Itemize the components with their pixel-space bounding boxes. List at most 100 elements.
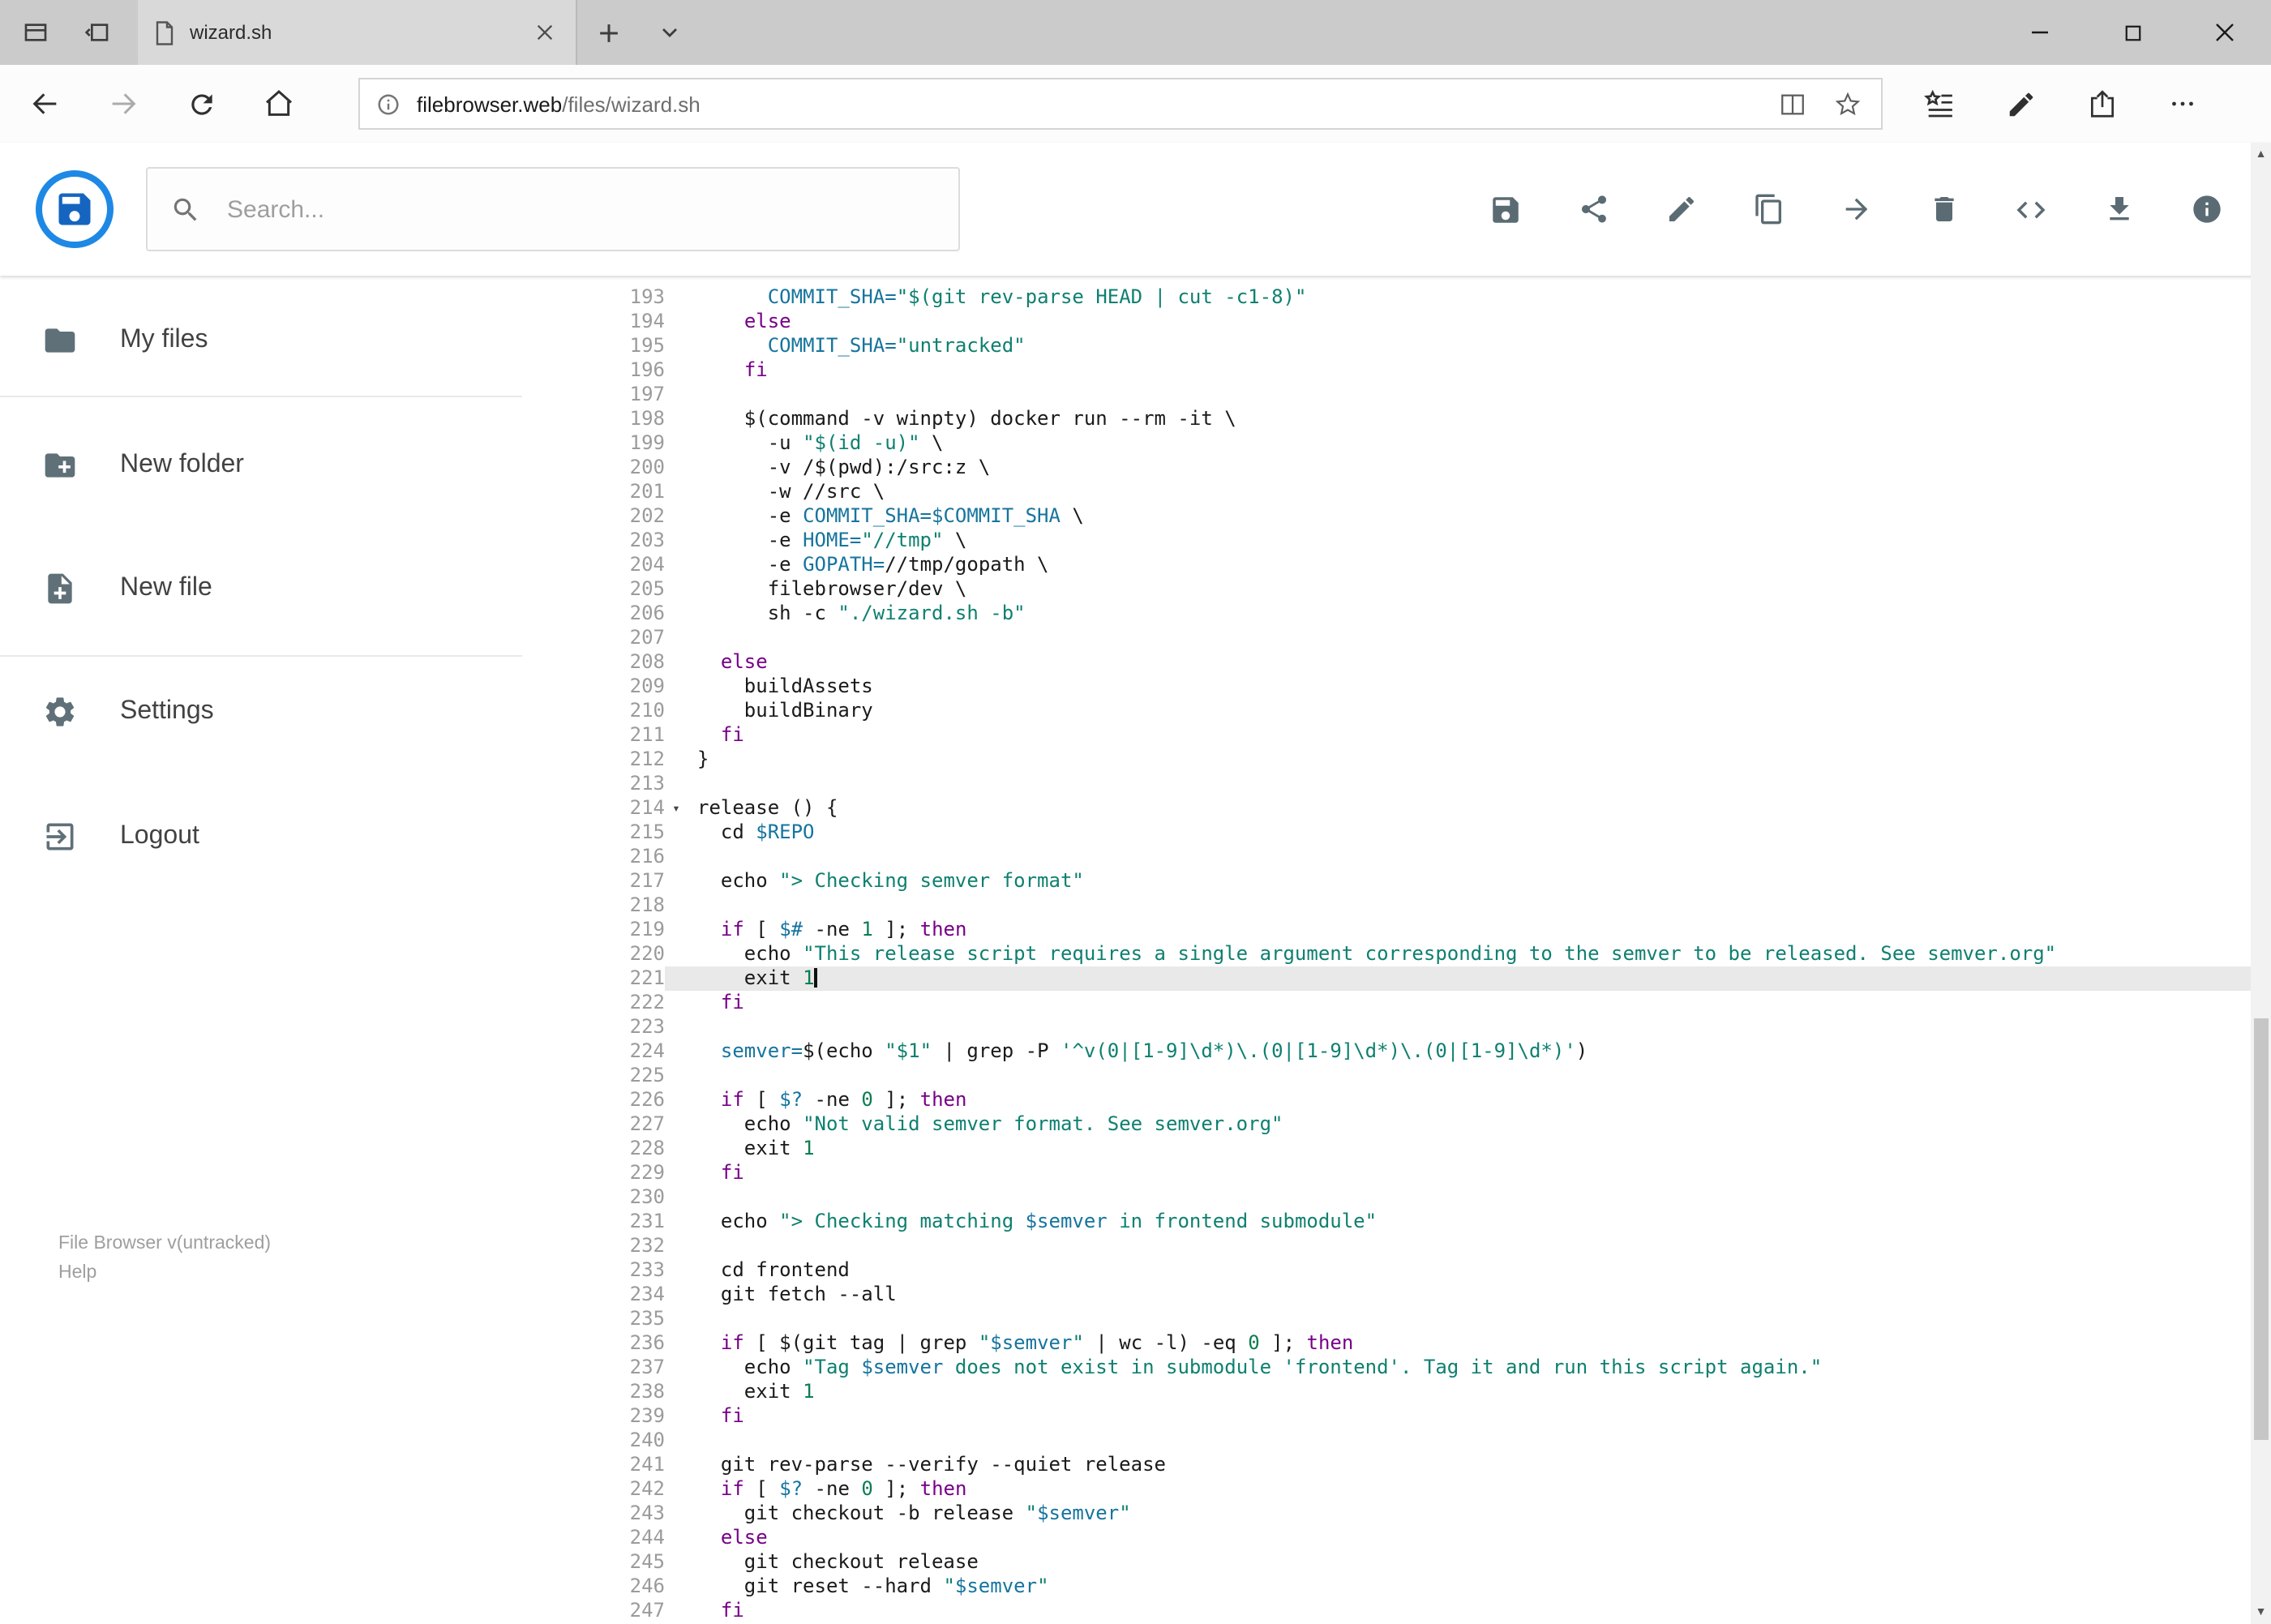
code-line[interactable]: 245 git checkout release: [522, 1550, 2251, 1575]
browser-tab[interactable]: wizard.sh: [138, 0, 577, 65]
code-line[interactable]: 233 cd frontend: [522, 1258, 2251, 1283]
tab-preview-button[interactable]: [5, 0, 66, 65]
info-button[interactable]: [2174, 177, 2239, 242]
code-line[interactable]: 232: [522, 1234, 2251, 1258]
sidebar-item-my-files[interactable]: My files: [0, 289, 522, 392]
tab-actions-button[interactable]: [639, 0, 701, 65]
app-logo[interactable]: [36, 170, 114, 248]
new-tab-button[interactable]: [577, 0, 639, 65]
page-scrollbar[interactable]: ▲ ▼: [2251, 143, 2271, 1624]
copy-button[interactable]: [1736, 177, 1801, 242]
code-line[interactable]: 222 fi: [522, 991, 2251, 1015]
code-line[interactable]: 210 buildBinary: [522, 699, 2251, 723]
code-line[interactable]: 224 semver=$(echo "$1" | grep -P '^v(0|[…: [522, 1039, 2251, 1064]
home-button[interactable]: [240, 65, 318, 143]
code-line[interactable]: 242 if [ $? -ne 0 ]; then: [522, 1477, 2251, 1502]
code-line[interactable]: 218: [522, 893, 2251, 918]
code-line[interactable]: 207: [522, 626, 2251, 650]
code-line[interactable]: 227 echo "Not valid semver format. See s…: [522, 1112, 2251, 1137]
save-button[interactable]: [1473, 177, 1538, 242]
code-line[interactable]: 225: [522, 1064, 2251, 1088]
code-line[interactable]: 239 fi: [522, 1404, 2251, 1429]
code-line[interactable]: 201 -w //src \: [522, 480, 2251, 504]
code-line[interactable]: 206 sh -c "./wizard.sh -b": [522, 602, 2251, 626]
rename-button[interactable]: [1648, 177, 1713, 242]
code-line[interactable]: 214 ▾ release () {: [522, 796, 2251, 821]
back-button[interactable]: [6, 65, 84, 143]
code-line[interactable]: 212}: [522, 748, 2251, 772]
site-info-icon[interactable]: [376, 92, 401, 116]
code-line[interactable]: 198 $(command -v winpty) docker run --rm…: [522, 407, 2251, 431]
scrollbar-thumb[interactable]: [2254, 1018, 2268, 1440]
code-line[interactable]: 219 if [ $# -ne 1 ]; then: [522, 918, 2251, 942]
fold-marker-icon[interactable]: ▾: [665, 796, 688, 821]
code-line[interactable]: 228 exit 1: [522, 1137, 2251, 1161]
sidebar-item-new-file[interactable]: New file: [0, 537, 522, 641]
minimize-button[interactable]: [1994, 0, 2086, 65]
code-line[interactable]: 217 echo "> Checking semver format": [522, 869, 2251, 893]
sidebar-item-new-folder[interactable]: New folder: [0, 413, 522, 517]
code-line[interactable]: 235: [522, 1307, 2251, 1331]
code-line[interactable]: 247 fi: [522, 1599, 2251, 1623]
code-line[interactable]: 236 if [ $(git tag | grep "$semver" | wc…: [522, 1331, 2251, 1356]
code-line[interactable]: 221 exit 1: [522, 966, 2251, 991]
close-window-button[interactable]: [2179, 0, 2271, 65]
delete-button[interactable]: [1911, 177, 1976, 242]
code-line[interactable]: 238 exit 1: [522, 1380, 2251, 1404]
code-line[interactable]: 208 else: [522, 650, 2251, 675]
share-page-button[interactable]: [2061, 65, 2142, 143]
reading-view-button[interactable]: [1764, 79, 1819, 128]
code-line[interactable]: 220 echo "This release script requires a…: [522, 942, 2251, 966]
code-line[interactable]: 194 else: [522, 310, 2251, 334]
hub-favorites-button[interactable]: [1899, 65, 1980, 143]
code-line[interactable]: 196 fi: [522, 358, 2251, 383]
maximize-button[interactable]: [2086, 0, 2179, 65]
search-input[interactable]: [224, 194, 958, 225]
set-aside-tabs-button[interactable]: [66, 0, 128, 65]
code-line[interactable]: 213: [522, 772, 2251, 796]
code-line[interactable]: 209 buildAssets: [522, 675, 2251, 699]
code-line[interactable]: 203 -e HOME="//tmp" \: [522, 529, 2251, 553]
scroll-up-button[interactable]: ▲: [2251, 143, 2271, 165]
tab-close-button[interactable]: [530, 18, 559, 47]
web-note-button[interactable]: [1980, 65, 2061, 143]
code-line[interactable]: 226 if [ $? -ne 0 ]; then: [522, 1088, 2251, 1112]
code-line[interactable]: 229 fi: [522, 1161, 2251, 1185]
refresh-button[interactable]: [162, 65, 240, 143]
more-actions-button[interactable]: [2142, 65, 2223, 143]
code-line[interactable]: 211 fi: [522, 723, 2251, 748]
code-line[interactable]: 215 cd $REPO: [522, 821, 2251, 845]
code-line[interactable]: 200 -v /$(pwd):/src:z \: [522, 456, 2251, 480]
code-line[interactable]: 237 echo "Tag $semver does not exist in …: [522, 1356, 2251, 1380]
code-line[interactable]: 244 else: [522, 1526, 2251, 1550]
search-box[interactable]: [146, 167, 960, 251]
code-line[interactable]: 195 COMMIT_SHA="untracked": [522, 334, 2251, 358]
code-line[interactable]: 246 git reset --hard "$semver": [522, 1575, 2251, 1599]
code-line[interactable]: 230: [522, 1185, 2251, 1210]
address-bar[interactable]: filebrowser.web/files/wizard.sh: [358, 78, 1883, 130]
code-line[interactable]: 205 filebrowser/dev \: [522, 577, 2251, 602]
code-line[interactable]: 223: [522, 1015, 2251, 1039]
code-line[interactable]: 193 COMMIT_SHA="$(git rev-parse HEAD | c…: [522, 285, 2251, 310]
download-button[interactable]: [2086, 177, 2151, 242]
sidebar-item-settings[interactable]: Settings: [0, 660, 522, 764]
code-line[interactable]: 231 echo "> Checking matching $semver in…: [522, 1210, 2251, 1234]
code-line[interactable]: 234 git fetch --all: [522, 1283, 2251, 1307]
code-line[interactable]: 202 -e COMMIT_SHA=$COMMIT_SHA \: [522, 504, 2251, 529]
code-line[interactable]: 240: [522, 1429, 2251, 1453]
code-line[interactable]: 204 -e GOPATH=//tmp/gopath \: [522, 553, 2251, 577]
help-link[interactable]: Help: [58, 1258, 271, 1288]
add-favorite-button[interactable]: [1819, 79, 1875, 128]
code-line[interactable]: 243 git checkout -b release "$semver": [522, 1502, 2251, 1526]
code-line[interactable]: 216: [522, 845, 2251, 869]
move-button[interactable]: [1823, 177, 1888, 242]
code-editor[interactable]: 193 COMMIT_SHA="$(git rev-parse HEAD | c…: [522, 276, 2251, 1624]
code-line[interactable]: 241 git rev-parse --verify --quiet relea…: [522, 1453, 2251, 1477]
code-line[interactable]: 199 -u "$(id -u)" \: [522, 431, 2251, 456]
raw-code-button[interactable]: [1999, 177, 2063, 242]
code-line[interactable]: 197: [522, 383, 2251, 407]
sidebar-item-logout[interactable]: Logout: [0, 785, 522, 889]
scroll-down-button[interactable]: ▼: [2251, 1601, 2271, 1624]
forward-button[interactable]: [84, 65, 162, 143]
share-button[interactable]: [1561, 177, 1626, 242]
